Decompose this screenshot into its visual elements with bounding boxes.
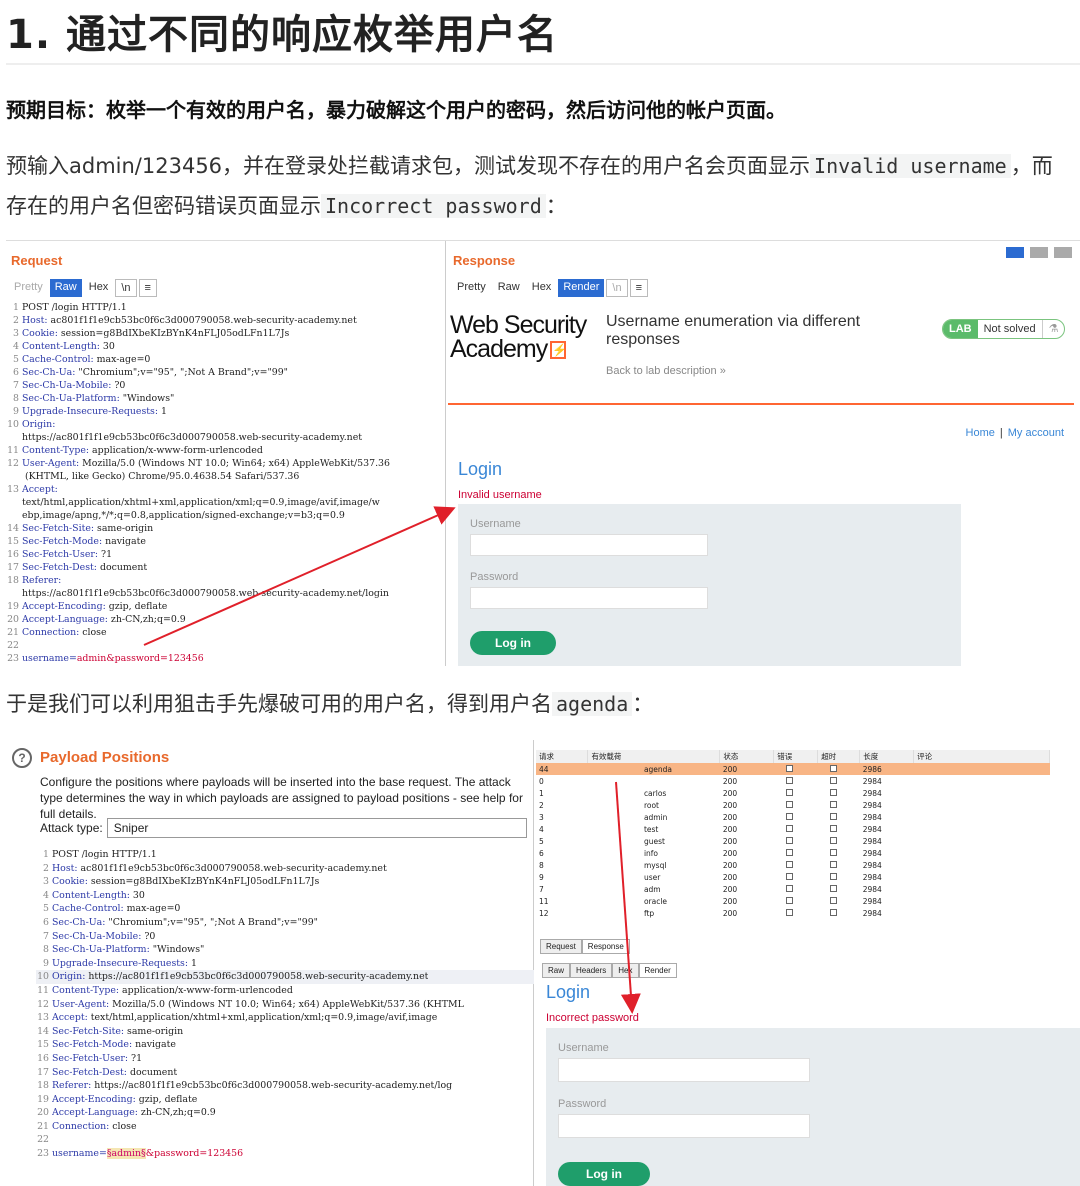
intro-text-3: ： <box>545 194 567 218</box>
annotation-arrow <box>615 781 641 1014</box>
para2-text-2: ： <box>632 692 654 716</box>
intro-paragraph: 预输入admin/123456，并在登录处拦截请求包，测试发现不存在的用户名会页… <box>6 146 1066 226</box>
burp-repeater-screenshot: Request Pretty Raw Hex \n ≡ 1 POST /login… <box>6 240 1080 666</box>
intro-text-1: 预输入admin/123456，并在登录处拦截请求包，测试发现不存在的用户名会页… <box>6 154 811 178</box>
para2-text-1: 于是我们可以利用狙击手先爆破可用的用户名，得到用户名 <box>6 692 552 716</box>
goal-text: 预期目标：枚举一个有效的用户名，暴力破解这个用户的密码，然后访问他的帐户页面。 <box>6 98 786 122</box>
code-incorrect-password: Incorrect password <box>321 194 546 218</box>
title-divider <box>6 63 1080 65</box>
code-agenda: agenda <box>552 692 633 716</box>
code-invalid-username: Invalid username <box>810 154 1011 178</box>
annotation-arrow <box>143 506 456 646</box>
burp-intruder-screenshot: ? Payload Positions Configure the positi… <box>6 740 1080 1186</box>
page-title: 1. 通过不同的响应枚举用户名 <box>6 12 558 58</box>
second-paragraph: 于是我们可以利用狙击手先爆破可用的用户名，得到用户名 agenda： <box>6 686 653 722</box>
